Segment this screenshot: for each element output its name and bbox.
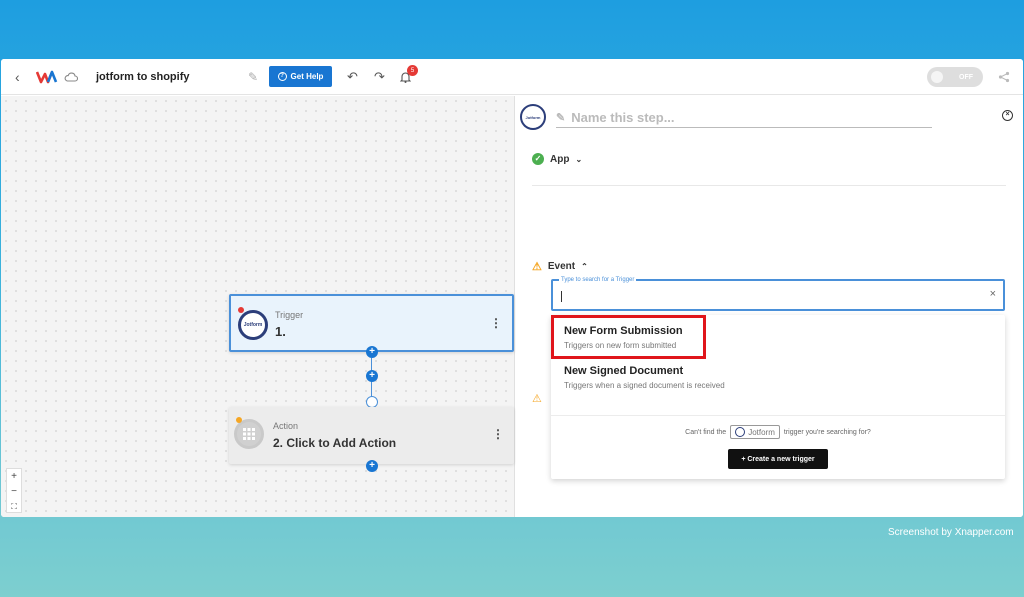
highlight-box [551, 315, 706, 359]
step-name-placeholder: Name this step... [571, 110, 675, 125]
option-new-signed-document[interactable]: New Signed Document Triggers when a sign… [551, 361, 1005, 401]
cant-find-suffix: trigger you're searching for? [783, 428, 871, 436]
clear-icon[interactable]: × [990, 288, 996, 300]
get-help-label: Get Help [290, 72, 324, 81]
edit-title-pencil-icon[interactable]: ✎ [248, 59, 258, 95]
pencil-icon: ✎ [556, 112, 566, 124]
cloud-icon [64, 59, 78, 95]
undo-icon[interactable]: ↶ [347, 59, 358, 95]
redo-icon[interactable]: ↷ [374, 59, 385, 95]
event-section-header[interactable]: ⚠ Event ⌃ [532, 260, 588, 273]
add-step-plus-icon[interactable]: + [366, 370, 378, 382]
trigger-dropdown: New Form Submission Triggers on new form… [551, 315, 1005, 479]
app-logo-icon [36, 59, 58, 95]
check-icon: ✓ [532, 153, 544, 165]
trigger-search-input[interactable]: Type to search for a Trigger × [551, 277, 1005, 311]
watermark: Screenshot by Xnapper.com [888, 527, 1014, 538]
zoom-controls: + − ⛶ [6, 468, 22, 513]
cant-find-prefix: Can't find the [685, 428, 727, 436]
close-icon[interactable]: × [1002, 110, 1013, 121]
event-section-label: Event [547, 261, 576, 272]
jotform-logo: Jotform [238, 310, 268, 340]
cant-find-text: Can't find the Jotform trigger you're se… [551, 425, 1005, 439]
jotform-mini-label: Jotform [748, 427, 775, 437]
bell-icon[interactable] [400, 59, 411, 95]
status-dot [238, 307, 244, 313]
trigger-node[interactable]: Jotform Trigger 1. ⋮ [229, 294, 514, 352]
node-type-label: Action [273, 421, 299, 431]
fit-view-icon[interactable]: ⛶ [7, 499, 21, 514]
toggle-label: OFF [959, 73, 973, 81]
add-step-plus-icon[interactable]: + [366, 460, 378, 472]
chevron-up-icon: ⌃ [581, 262, 588, 271]
text-caret [561, 291, 562, 302]
workflow-canvas[interactable]: Jotform Trigger 1. ⋮ + + Action 2. Click… [1, 96, 515, 517]
zoom-in-icon[interactable]: + [7, 469, 21, 484]
create-trigger-button[interactable]: + Create a new trigger [728, 449, 828, 469]
action-node[interactable]: Action 2. Click to Add Action ⋮ [229, 407, 514, 464]
more-vertical-icon[interactable]: ⋮ [490, 316, 502, 330]
back-arrow-icon[interactable]: ‹ [15, 59, 20, 95]
step-config-panel: Jotform ✎ Name this step... × ✓ App ⌄ ⚠ … [516, 96, 1023, 517]
top-bar: ‹ jotform to shopify ✎ ? Get Help ↶ ↷ 5 … [1, 59, 1023, 95]
app-grid-icon [234, 419, 264, 449]
node-name: 1. [275, 324, 286, 339]
jotform-circle-icon [735, 427, 746, 437]
more-vertical-icon[interactable]: ⋮ [492, 427, 504, 441]
app-section-label: App [550, 153, 570, 165]
step-name-input[interactable]: ✎ Name this step... [556, 108, 932, 128]
warning-icon: ⚠ [532, 393, 542, 405]
zoom-out-icon[interactable]: − [7, 484, 21, 499]
chevron-down-icon: ⌄ [575, 154, 583, 164]
add-step-plus-icon[interactable]: + [366, 346, 378, 358]
divider [532, 185, 1006, 186]
toggle-knob [931, 71, 943, 83]
notification-badge: 5 [407, 65, 418, 76]
search-field-label: Type to search for a Trigger [559, 277, 637, 283]
share-icon[interactable] [998, 59, 1010, 95]
node-name: 2. Click to Add Action [273, 436, 397, 450]
app-window: ‹ jotform to shopify ✎ ? Get Help ↶ ↷ 5 … [1, 59, 1023, 517]
jotform-logo: Jotform [520, 104, 546, 130]
warning-icon: ⚠ [532, 261, 542, 273]
option-description: Triggers when a signed document is recei… [564, 381, 725, 390]
get-help-button[interactable]: ? Get Help [269, 66, 332, 87]
workflow-title[interactable]: jotform to shopify [96, 59, 190, 95]
status-dot [236, 417, 242, 423]
app-section-header[interactable]: ✓ App ⌄ [532, 153, 582, 165]
question-icon: ? [277, 72, 287, 81]
option-new-form-submission[interactable]: New Form Submission Triggers on new form… [551, 315, 1005, 359]
divider [551, 415, 1005, 416]
jotform-mini-logo: Jotform [730, 425, 780, 439]
option-title: New Signed Document [564, 365, 684, 377]
workflow-toggle[interactable]: OFF [927, 67, 983, 87]
node-type-label: Trigger [275, 310, 304, 320]
